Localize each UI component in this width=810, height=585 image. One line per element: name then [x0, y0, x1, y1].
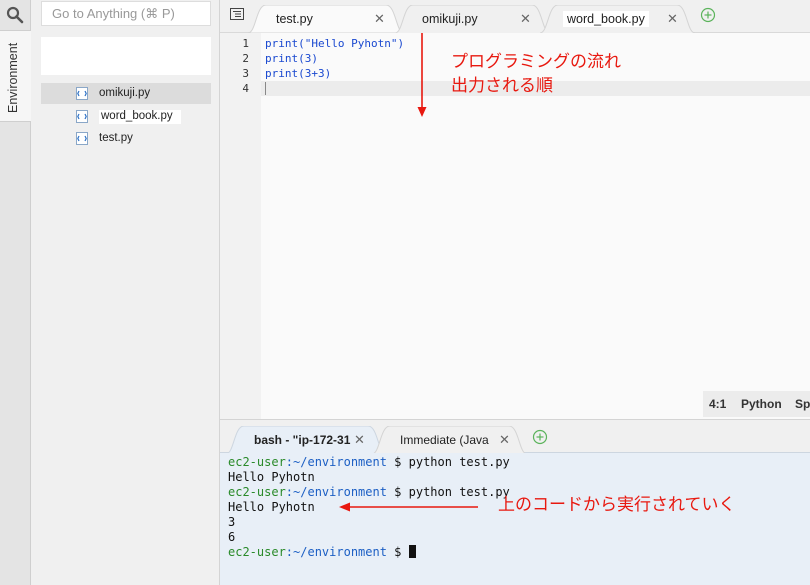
tab-label: Immediate (Java	[400, 433, 489, 447]
prompt-path: :~/environment	[285, 545, 387, 559]
command-text: $ python test.py	[386, 485, 510, 499]
file-name: omikuji.py	[99, 87, 151, 99]
tab-omikuji-py[interactable]: omikuji.py ✕	[395, 5, 550, 33]
python-file-icon	[76, 132, 88, 145]
file-name: test.py	[99, 132, 133, 144]
terminal-tab-bar: bash - "ip-172-31 ✕ Immediate (Java ✕	[220, 419, 810, 454]
annotation-flow: プログラミングの流れ	[451, 52, 621, 71]
line-number: 4	[242, 82, 249, 95]
tab-test-py[interactable]: test.py ✕	[248, 5, 404, 33]
tab-label: bash - "ip-172-31	[254, 433, 351, 447]
status-bar: 4:1 Python Spa	[703, 391, 810, 417]
close-icon[interactable]: ✕	[499, 432, 510, 448]
close-icon[interactable]: ✕	[520, 11, 531, 27]
environment-tab-label: Environment	[6, 42, 20, 113]
code-line: print("Hello Pyhotn")	[265, 37, 405, 50]
tab-bash[interactable]: bash - "ip-172-31 ✕	[226, 426, 386, 454]
prompt-symbol: $	[386, 545, 409, 559]
code-line: print(3+3)	[265, 67, 332, 80]
line-number: 2	[242, 52, 249, 65]
terminal-command-line: ec2-user:~/environment $ python test.py	[228, 485, 510, 499]
python-file-icon	[76, 87, 88, 100]
prompt-user: ec2-user	[228, 485, 286, 499]
prompt-path: :~/environment	[285, 455, 387, 469]
code-line: print(3)	[265, 52, 318, 65]
tab-label: word_book.py	[563, 11, 649, 27]
terminal-output: 3	[228, 515, 236, 529]
tab-menu-icon[interactable]	[230, 8, 244, 20]
prompt-path: :~/environment	[285, 485, 387, 499]
file-item-omikuji[interactable]: omikuji.py	[41, 83, 211, 104]
tab-label: omikuji.py	[422, 12, 478, 26]
left-arrow-annotation-icon	[339, 502, 478, 512]
file-name: word_book.py	[99, 110, 181, 124]
indent-setting[interactable]: Spa	[795, 397, 810, 411]
file-item-word-book[interactable]: word_book.py	[41, 106, 211, 127]
editor-tab-bar: test.py ✕ omikuji.py ✕ word_book.py ✕	[220, 0, 810, 33]
terminal-cursor	[408, 545, 416, 558]
python-file-icon	[76, 110, 88, 123]
terminal-output: 6	[228, 530, 236, 544]
prompt-user: ec2-user	[228, 455, 286, 469]
line-number: 3	[242, 67, 249, 80]
terminal-command-line: ec2-user:~/environment $ python test.py	[228, 455, 510, 469]
close-icon[interactable]: ✕	[374, 11, 385, 27]
search-icon[interactable]	[6, 6, 24, 24]
terminal-output: Hello Pyhotn	[228, 500, 315, 514]
go-to-anything-input[interactable]: Go to Anything (⌘ P)	[41, 1, 211, 26]
terminal-prompt-line: ec2-user:~/environment $	[228, 545, 416, 559]
terminal[interactable]: ec2-user:~/environment $ python test.py …	[220, 453, 810, 585]
cursor-position[interactable]: 4:1	[709, 397, 726, 411]
close-icon[interactable]: ✕	[667, 11, 678, 27]
add-tab-icon[interactable]	[700, 7, 716, 23]
language-mode[interactable]: Python	[741, 397, 782, 411]
annotation-execution: 上のコードから実行されていく	[498, 495, 736, 514]
file-item-test[interactable]: test.py	[41, 128, 211, 149]
environment-tab[interactable]: Environment	[0, 30, 31, 122]
line-number: 1	[242, 37, 249, 50]
prompt-user: ec2-user	[228, 545, 286, 559]
tab-label: test.py	[276, 12, 313, 26]
left-rail: Environment	[0, 0, 31, 585]
terminal-output: Hello Pyhotn	[228, 470, 315, 484]
code-editor[interactable]: 1 2 3 4 print("Hello Pyhotn") print(3) p…	[220, 33, 810, 419]
tree-root	[41, 37, 211, 75]
text-cursor	[265, 82, 266, 95]
tab-immediate[interactable]: Immediate (Java ✕	[372, 426, 527, 454]
tab-label-text: word_book.py	[563, 11, 649, 27]
file-tree-panel: Go to Anything (⌘ P) omikuji.py word_boo…	[31, 0, 220, 585]
close-icon[interactable]: ✕	[354, 432, 365, 448]
annotation-output-order: 出力される順	[451, 76, 553, 95]
tab-word-book-py[interactable]: word_book.py ✕	[540, 5, 695, 33]
line-number-gutter: 1 2 3 4	[220, 33, 261, 419]
add-tab-icon[interactable]	[532, 429, 548, 445]
down-arrow-annotation-icon	[417, 33, 427, 117]
command-text: $ python test.py	[386, 455, 510, 469]
